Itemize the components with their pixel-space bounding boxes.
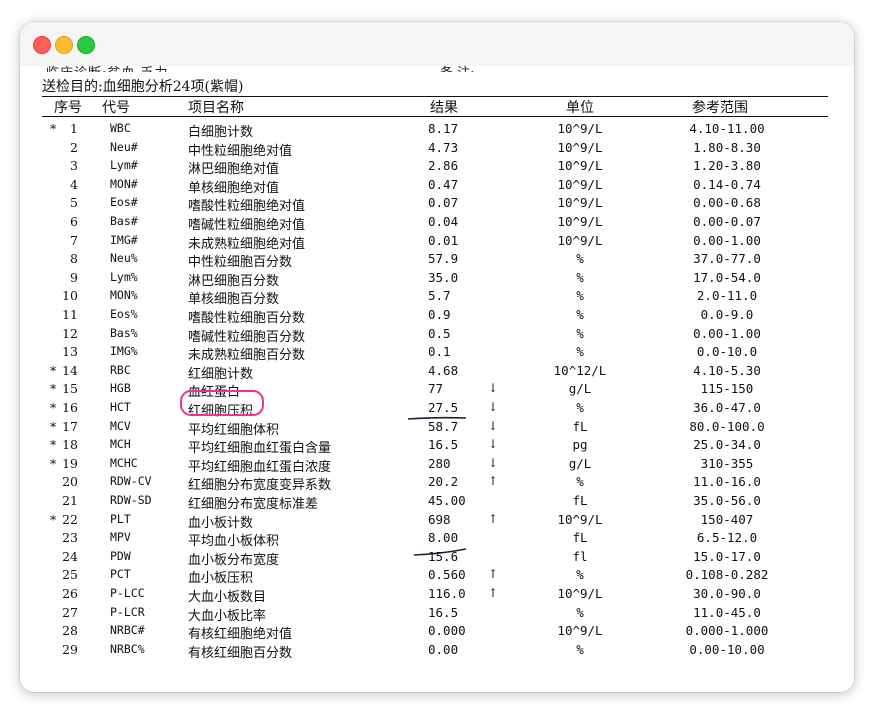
close-button[interactable] <box>33 36 51 54</box>
title-bar <box>20 22 854 66</box>
minimize-button[interactable] <box>55 36 73 54</box>
lab-report: 临床诊断:贫血,乏力 备 注: 送检目的:血细胞分析24项(紫帽) 序号 代号 … <box>20 66 854 692</box>
zoom-button[interactable] <box>77 36 95 54</box>
preview-window: 临床诊断:贫血,乏力 备 注: 送检目的:血细胞分析24项(紫帽) 序号 代号 … <box>20 22 854 692</box>
pen-annotations <box>407 416 467 556</box>
